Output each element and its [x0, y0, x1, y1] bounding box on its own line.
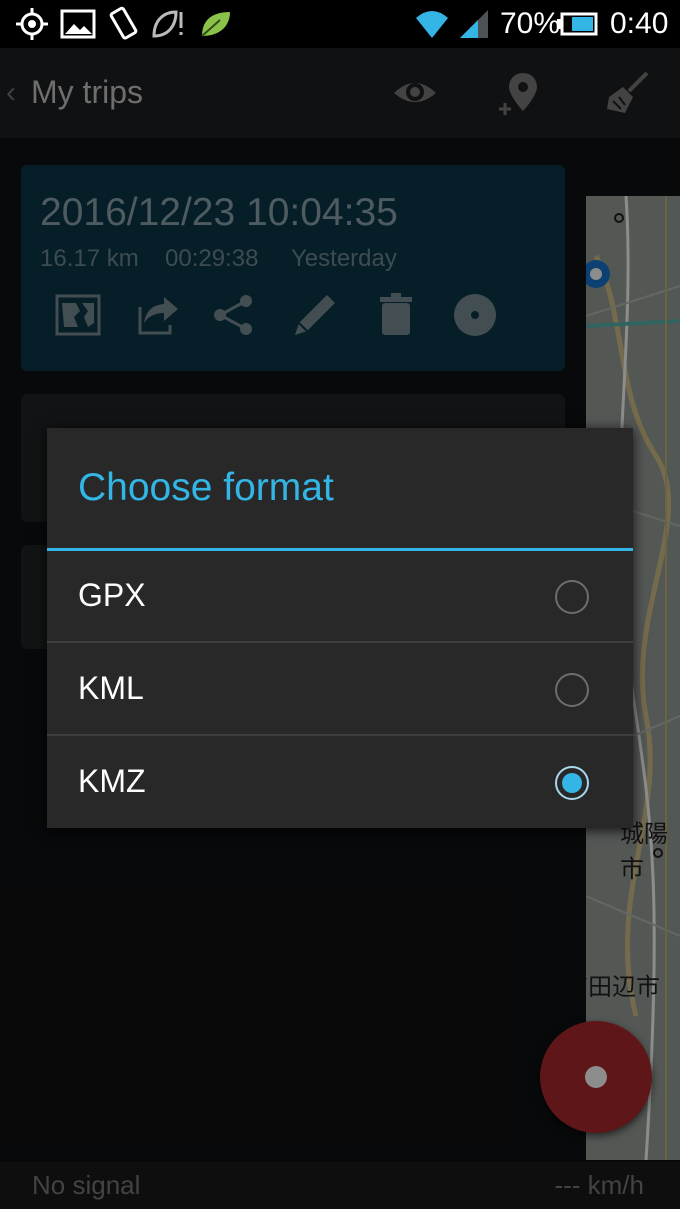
wifi-icon [414, 6, 450, 42]
screen-rotate-icon [106, 6, 142, 42]
format-option-kmz[interactable]: KMZ [47, 737, 633, 827]
option-label: KML [78, 670, 144, 706]
radio-selected-dot [562, 773, 582, 793]
battery-icon [556, 6, 598, 42]
dialog-title: Choose format [78, 466, 334, 509]
battery-percent: 70% [500, 7, 561, 40]
format-option-kml[interactable]: KML [47, 644, 633, 736]
option-label: GPX [78, 577, 146, 613]
option-label: KMZ [78, 763, 146, 799]
record-dot-icon [585, 1066, 607, 1088]
clock: 0:40 [610, 7, 669, 40]
option-divider [47, 734, 633, 736]
choose-format-dialog: Choose format GPX KML KMZ [47, 428, 633, 828]
record-button[interactable] [540, 1021, 652, 1133]
gps-icon [14, 6, 50, 42]
image-icon [60, 6, 96, 42]
leaf-alert-icon [150, 6, 186, 42]
format-option-gpx[interactable]: GPX [47, 551, 633, 643]
signal-icon [456, 6, 492, 42]
leaf-icon [198, 6, 234, 42]
option-divider [47, 641, 633, 643]
radio-button[interactable] [555, 673, 589, 707]
radio-button-selected[interactable] [555, 766, 589, 800]
status-bar: 70% 0:40 [0, 0, 680, 48]
radio-button[interactable] [555, 580, 589, 614]
